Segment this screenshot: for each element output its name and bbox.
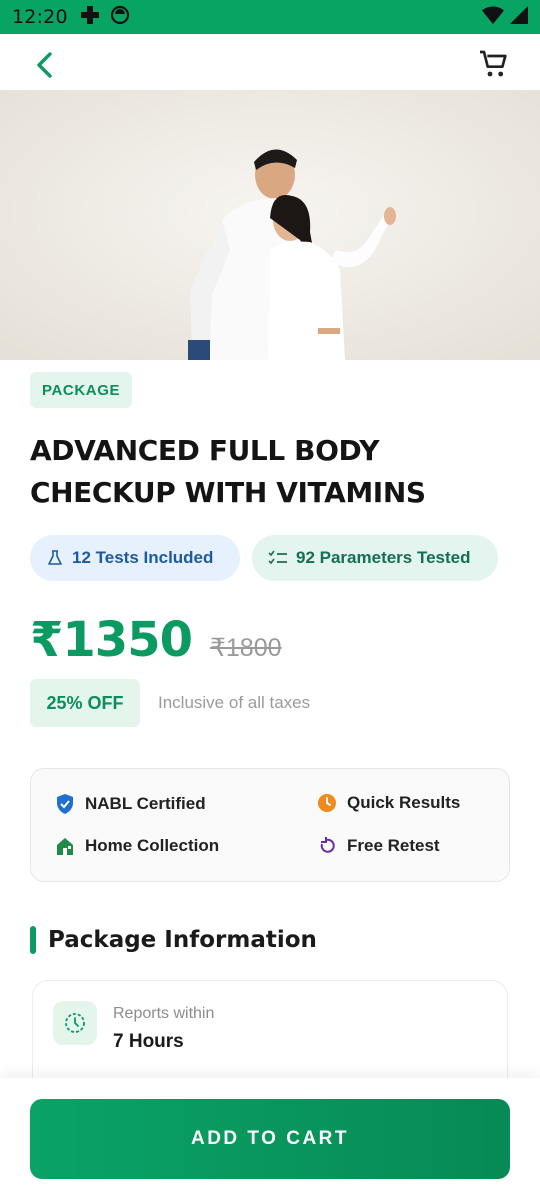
current-price: ₹1350 — [30, 612, 193, 668]
feature-free-retest: Free Retest — [317, 836, 440, 856]
parameters-tested-chip[interactable]: 92 Parameters Tested — [252, 535, 498, 581]
package-badge: PACKAGE — [30, 372, 133, 408]
signal-icon — [510, 5, 528, 29]
app-bar — [0, 34, 540, 90]
shield-check-icon — [57, 794, 73, 814]
feature-home-collection: Home Collection — [55, 836, 219, 856]
status-bar: 12:20 — [0, 0, 540, 34]
status-time: 12:20 — [12, 6, 68, 28]
reports-value: 7 Hours — [113, 1031, 184, 1052]
feature-nabl: NABL Certified — [55, 793, 206, 815]
retest-icon — [320, 837, 335, 853]
price-row: ₹1350 ₹1800 — [30, 612, 282, 668]
feature-home-label: Home Collection — [85, 836, 220, 855]
tests-included-chip[interactable]: 12 Tests Included — [30, 535, 240, 581]
feature-quick-label: Quick Results — [347, 793, 461, 812]
tax-note: Inclusive of all taxes — [158, 693, 311, 712]
cart-button[interactable] — [476, 46, 512, 82]
home-icon — [57, 838, 73, 855]
gamepad-icon — [80, 5, 100, 30]
hero-image — [0, 90, 540, 360]
feature-retest-label: Free Retest — [347, 836, 440, 855]
back-button[interactable] — [28, 48, 62, 82]
add-to-cart-button[interactable]: ADD TO CART — [30, 1099, 510, 1179]
parameters-tested-label: 92 Parameters Tested — [296, 548, 471, 567]
bottom-action-bar: ADD TO CART — [0, 1078, 540, 1200]
timer-icon — [65, 1013, 85, 1033]
couple-photo — [0, 90, 540, 360]
wifi-icon — [482, 5, 504, 30]
cart-icon — [480, 50, 507, 77]
tests-included-label: 12 Tests Included — [72, 548, 214, 567]
section-accent — [30, 926, 36, 954]
reports-label: Reports within — [113, 1005, 215, 1022]
flask-icon — [48, 550, 62, 565]
section-header: Package Information — [30, 926, 317, 954]
feature-nabl-label: NABL Certified — [85, 794, 206, 813]
package-title: ADVANCED FULL BODY CHECKUP WITH VITAMINS — [30, 434, 426, 509]
section-title: Package Information — [48, 927, 317, 953]
features-card: NABL Certified Quick Results Home Collec… — [30, 768, 510, 882]
original-price: ₹1800 — [210, 634, 282, 662]
back-arrow-icon — [37, 52, 52, 78]
feature-quick-results: Quick Results — [317, 793, 460, 813]
clock-icon — [318, 794, 336, 812]
checklist-icon — [268, 550, 287, 565]
timer-icon-wrap — [53, 1001, 97, 1045]
sync-icon — [110, 5, 130, 30]
discount-badge: 25% OFF — [30, 679, 140, 727]
